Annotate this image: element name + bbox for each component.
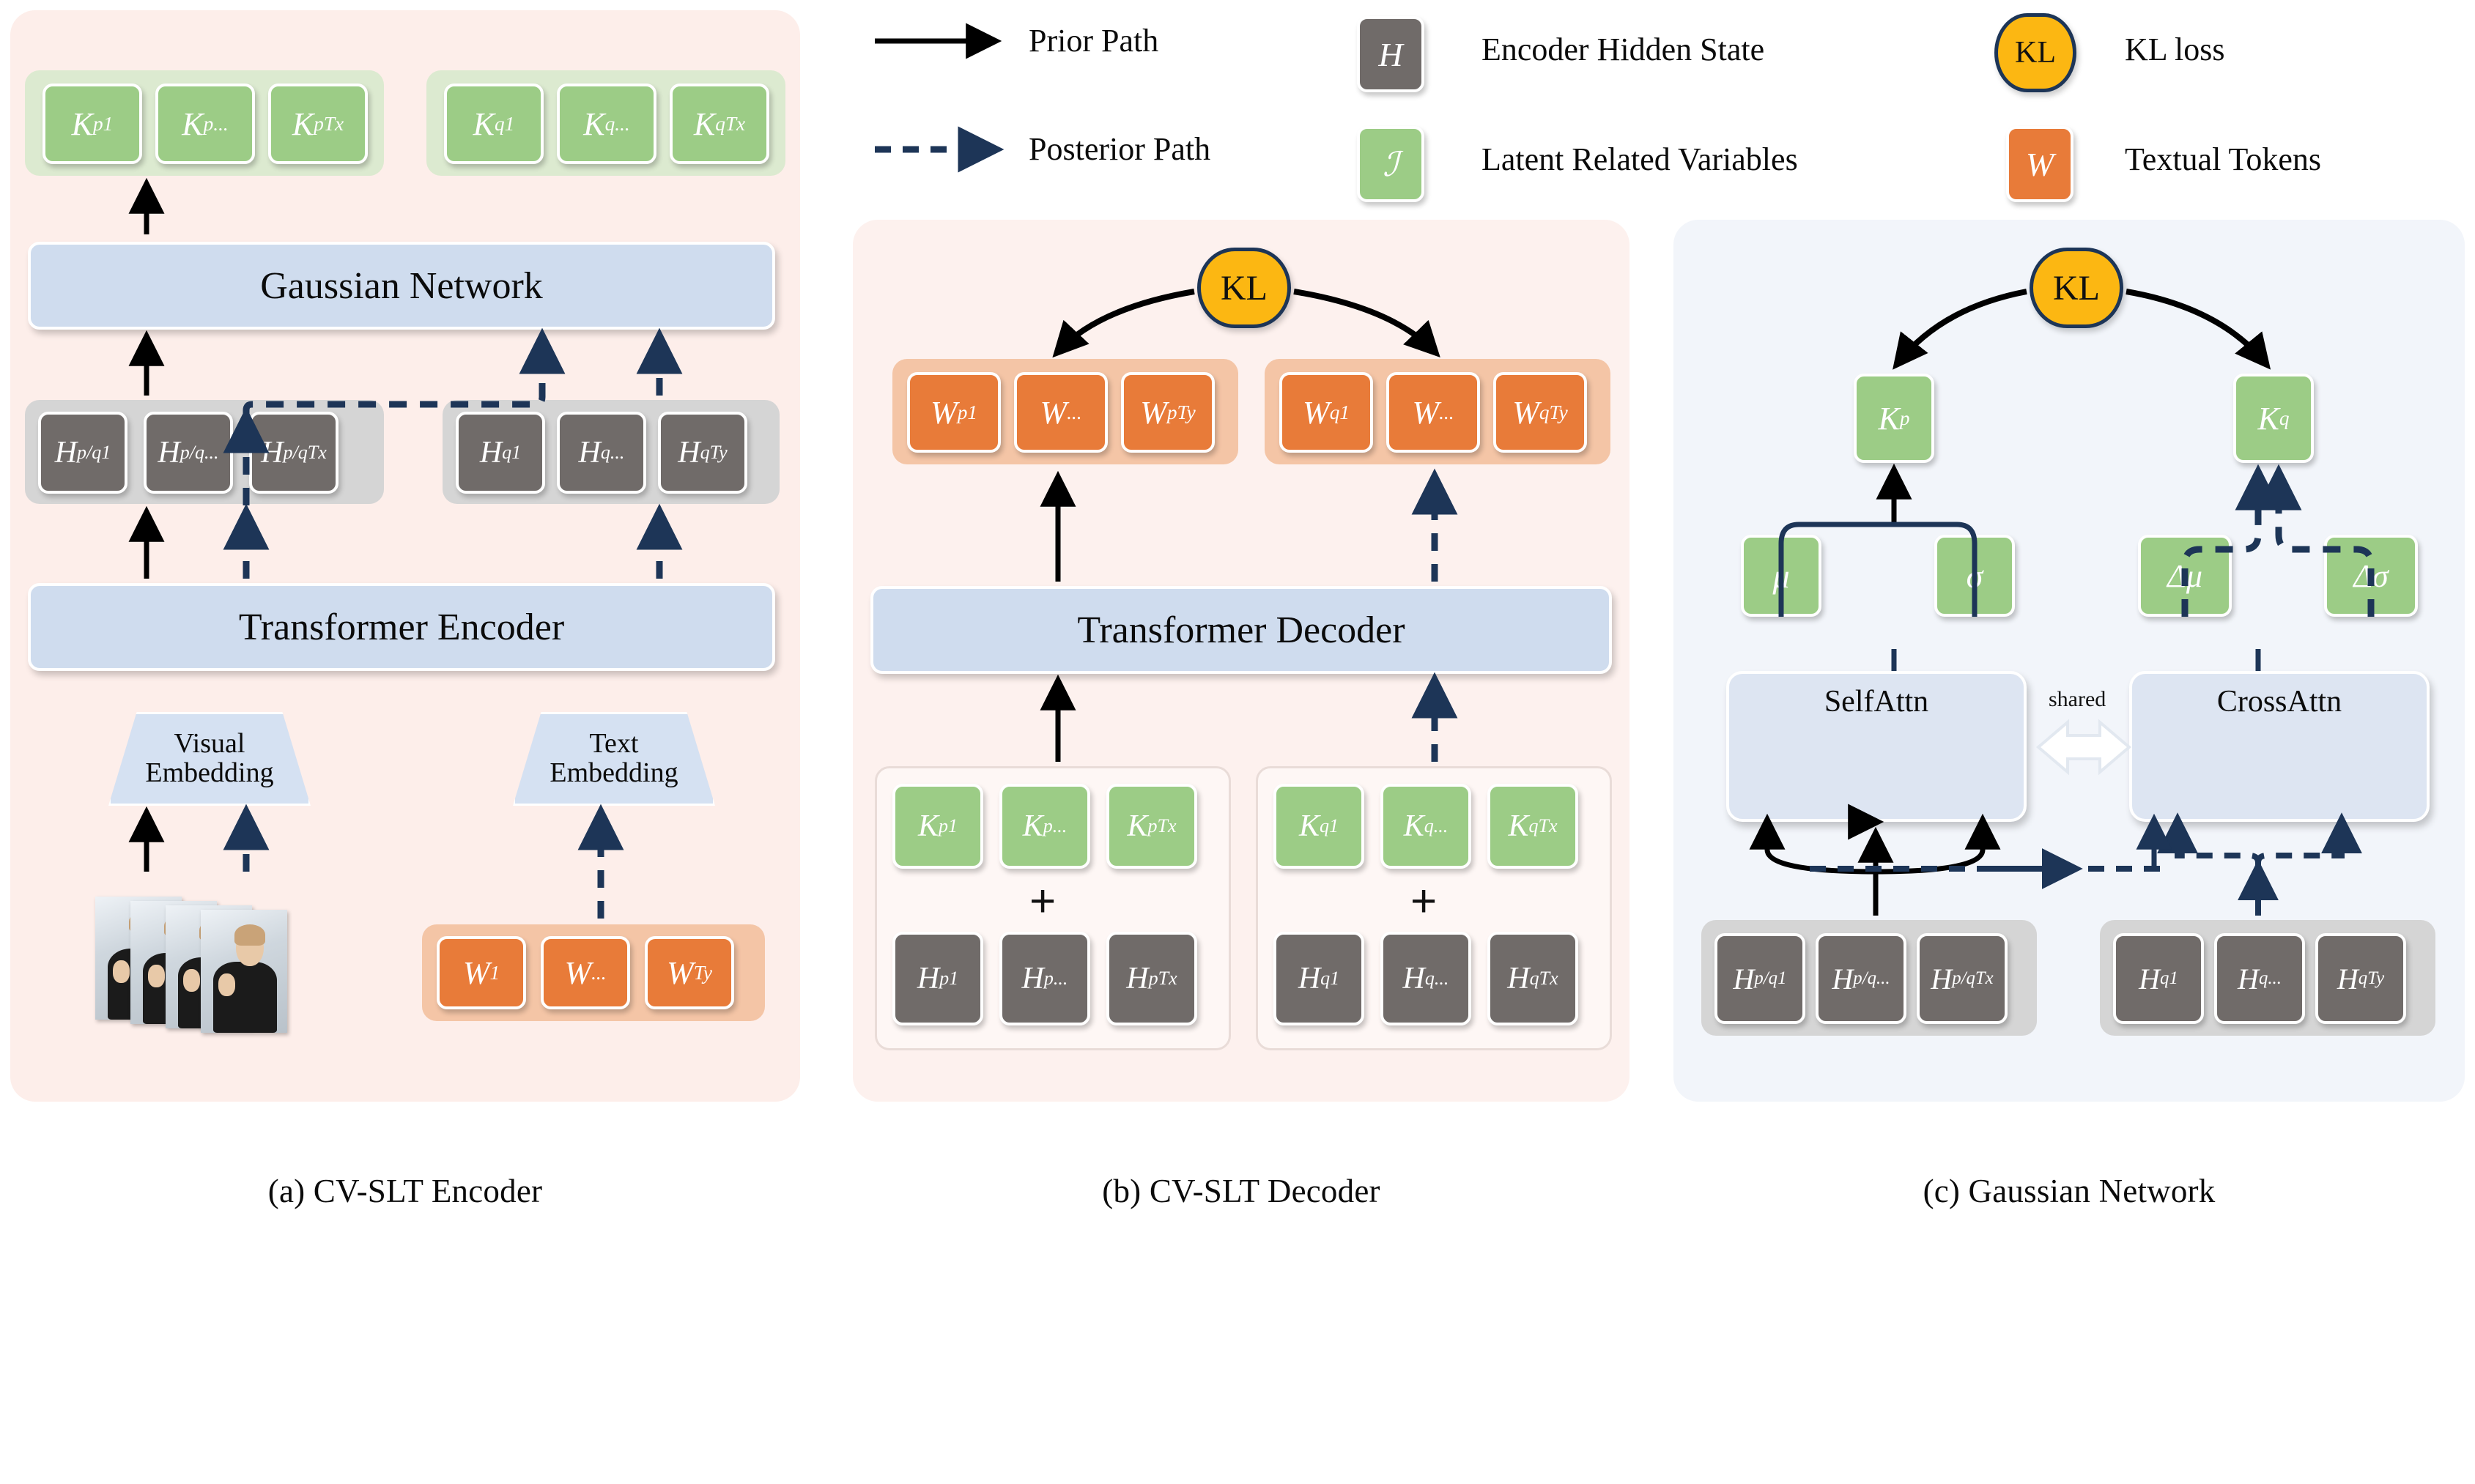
- c-mu-box: μ: [1741, 535, 1821, 617]
- legend-h-label: Encoder Hidden State: [1481, 31, 1765, 67]
- c-shared-label: shared: [2049, 687, 2106, 711]
- c-delta-mu-box: Δμ: [2138, 535, 2232, 617]
- a-video-frame-stack: [95, 892, 330, 1039]
- b-h-post-1: Hq1: [1273, 932, 1364, 1025]
- b-z-post-mid: Kq...: [1380, 784, 1471, 869]
- a-visual-embedding: Visual Embedding: [108, 712, 311, 806]
- c-self-attn-title: SelfAttn: [1824, 685, 1929, 719]
- legend-w-label: Textual Tokens: [2125, 141, 2321, 177]
- caption-a: (a) CV-SLT Encoder: [267, 1173, 543, 1209]
- c-cross-attn-title: CrossAttn: [2216, 685, 2342, 719]
- a-visual-embedding-line1: Visual: [174, 728, 245, 760]
- c-h-q-last: Hq Ty: [2315, 933, 2406, 1024]
- a-h-q-last: Hq Ty: [658, 412, 747, 494]
- c-z-post: Kq: [2233, 374, 2314, 463]
- b-post-plus: +: [1410, 876, 1438, 927]
- a-text-embedding-line2: Embedding: [550, 757, 678, 788]
- a-gaussian-network-bar: Gaussian Network: [28, 242, 775, 330]
- a-z-prior-1: Kp1: [42, 84, 142, 164]
- a-h-q-1: Hq1: [456, 412, 545, 494]
- b-w-post-mid: W...: [1386, 372, 1480, 453]
- a-z-prior-last: Kp Tx: [268, 84, 368, 164]
- a-visual-embedding-line2: Embedding: [145, 757, 274, 788]
- legend-h-swatch: H: [1357, 16, 1424, 92]
- figure-root: Prior Path Posterior Path H Encoder Hidd…: [0, 0, 2475, 1260]
- legend-z-swatch: ℐ: [1357, 126, 1424, 202]
- legend-z-label: Latent Related Variables: [1481, 141, 1798, 177]
- b-h-prior-last: Hp Tx: [1106, 932, 1197, 1025]
- c-delta-sigma-box: Δσ: [2324, 535, 2418, 617]
- b-w-post-last: Wq Ty: [1493, 372, 1587, 453]
- b-h-post-mid: Hq...: [1380, 932, 1471, 1025]
- b-h-post-last: Hq Tx: [1487, 932, 1578, 1025]
- b-w-post-1: Wq1: [1279, 372, 1373, 453]
- a-transformer-encoder-bar: Transformer Encoder: [28, 583, 775, 671]
- c-self-attn-block: SelfAttn Q K V: [1726, 671, 2027, 822]
- c-cross-attn-block: CrossAttn Q K V: [2129, 671, 2430, 822]
- b-z-prior-mid: Kp...: [999, 784, 1090, 869]
- legend-kl-label: KL loss: [2125, 31, 2225, 67]
- c-h-q-mid: Hq...: [2214, 933, 2305, 1024]
- b-w-prior-last: Wp Ty: [1121, 372, 1215, 453]
- c-sigma-box: σ: [1934, 535, 2015, 617]
- a-w-token-mid: W...: [541, 936, 630, 1009]
- b-transformer-decoder-bar: Transformer Decoder: [870, 586, 1612, 674]
- b-prior-plus: +: [1029, 876, 1057, 927]
- a-h-pq-1: Hp/q 1: [38, 412, 127, 494]
- a-z-post-last: Kq Tx: [670, 84, 769, 164]
- c-h-pq-mid: Hp/q...: [1816, 933, 1906, 1024]
- legend-prior-path-label: Prior Path: [1029, 23, 1159, 59]
- a-h-q-mid: Hq...: [557, 412, 646, 494]
- c-h-q-1: Hq1: [2113, 933, 2204, 1024]
- c-h-pq-1: Hp/q 1: [1714, 933, 1805, 1024]
- caption-c: (c) Gaussian Network: [1923, 1173, 2216, 1209]
- c-kl-node: KL: [2030, 248, 2123, 328]
- b-w-prior-mid: W...: [1014, 372, 1108, 453]
- b-z-prior-1: Kp1: [892, 784, 983, 869]
- b-h-prior-1: Hp1: [892, 932, 983, 1025]
- c-z-prior: Kp: [1854, 374, 1934, 463]
- b-h-prior-mid: Hp...: [999, 932, 1090, 1025]
- b-z-post-last: Kq Tx: [1487, 784, 1578, 869]
- a-w-token-1: W1: [437, 936, 526, 1009]
- a-z-post-1: Kq1: [444, 84, 544, 164]
- legend-kl-swatch: KL: [1994, 13, 2076, 92]
- caption-b: (b) CV-SLT Decoder: [1102, 1173, 1380, 1209]
- b-kl-node: KL: [1197, 248, 1291, 328]
- b-z-post-1: Kq1: [1273, 784, 1364, 869]
- c-h-pq-last: Hp/q Tx: [1917, 933, 2008, 1024]
- a-h-pq-mid: Hp/q...: [144, 412, 233, 494]
- a-w-token-last: W Ty: [645, 936, 734, 1009]
- b-w-prior-1: Wp1: [907, 372, 1001, 453]
- a-text-embedding: Text Embedding: [513, 712, 715, 806]
- a-z-post-mid: Kq...: [557, 84, 656, 164]
- video-frame: [201, 910, 287, 1033]
- a-z-prior-mid: Kp...: [155, 84, 255, 164]
- legend-w-swatch: W: [2006, 126, 2073, 202]
- a-h-pq-last: Hp/q Tx: [249, 412, 338, 494]
- a-text-embedding-line1: Text: [589, 728, 639, 760]
- legend-posterior-path-label: Posterior Path: [1029, 131, 1211, 167]
- b-z-prior-last: Kp Tx: [1106, 784, 1197, 869]
